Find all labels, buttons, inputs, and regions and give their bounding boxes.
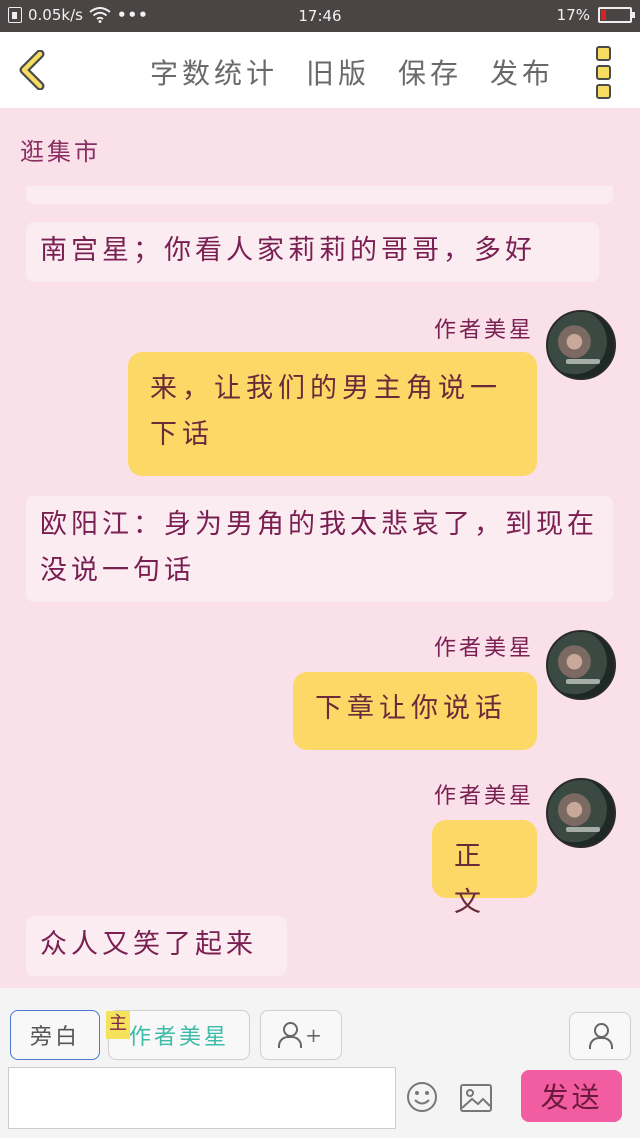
narration-bubble[interactable]: 欧阳江：身为男角的我太悲哀了，到现在没说一句话 xyxy=(26,496,613,602)
back-arrow-icon[interactable] xyxy=(14,50,54,90)
narration-bubble[interactable]: 南宫星；你看人家莉莉的哥哥，多好 xyxy=(26,222,599,282)
add-role-plus: + xyxy=(305,1023,325,1047)
publish-button[interactable]: 发布 xyxy=(490,52,554,92)
top-toolbar: 字数统计 旧版 保存 发布 xyxy=(0,32,640,108)
author-name: 作者美星 xyxy=(433,318,534,343)
word-count-button[interactable]: 字数统计 xyxy=(150,52,278,92)
chapter-title: 逛集市 xyxy=(20,138,101,166)
person-icon xyxy=(277,1022,303,1048)
author-message-bubble[interactable]: 正文 xyxy=(432,820,537,918)
author-avatar[interactable] xyxy=(546,778,616,848)
battery-icon xyxy=(598,7,635,23)
narration-bubble-partial[interactable] xyxy=(26,186,613,204)
status-right: 17% xyxy=(556,6,635,24)
image-icon[interactable] xyxy=(460,1084,492,1112)
main-role-tag: 主 xyxy=(106,1011,130,1039)
more-menu-icon[interactable] xyxy=(596,46,612,99)
author-avatar[interactable] xyxy=(546,310,616,380)
status-bar: 0.05k/s ••• 17:46 17% xyxy=(0,0,640,32)
author-message-bubble[interactable]: 下章让你说话 xyxy=(293,672,537,750)
battery-percent: 17% xyxy=(556,6,590,24)
clock: 17:46 xyxy=(298,7,342,25)
chat-area[interactable]: 逛集市 南宫星；你看人家莉莉的哥哥，多好 作者美星 来，让我们的男主角说一下话 … xyxy=(0,108,640,988)
add-role-button[interactable]: + xyxy=(260,1010,342,1060)
author-avatar[interactable] xyxy=(546,630,616,700)
toolbar-actions: 字数统计 旧版 保存 发布 xyxy=(150,52,554,92)
emoji-icon[interactable] xyxy=(406,1081,438,1113)
send-button[interactable]: 发送 xyxy=(521,1070,622,1122)
save-button[interactable]: 保存 xyxy=(398,52,462,92)
author-name: 作者美星 xyxy=(433,784,534,809)
author-name: 作者美星 xyxy=(433,636,534,661)
message-input[interactable] xyxy=(8,1067,396,1129)
narrator-role-button[interactable]: 旁白 xyxy=(10,1010,100,1060)
person-icon xyxy=(588,1023,613,1049)
narration-bubble[interactable]: 众人又笑了起来 xyxy=(26,916,287,976)
role-list-button[interactable] xyxy=(569,1012,631,1060)
author-message-bubble[interactable]: 来，让我们的男主角说一下话 xyxy=(128,352,537,476)
composer-bar: 旁白 作者美星 + 发送 xyxy=(0,988,640,1138)
old-version-button[interactable]: 旧版 xyxy=(306,52,370,92)
